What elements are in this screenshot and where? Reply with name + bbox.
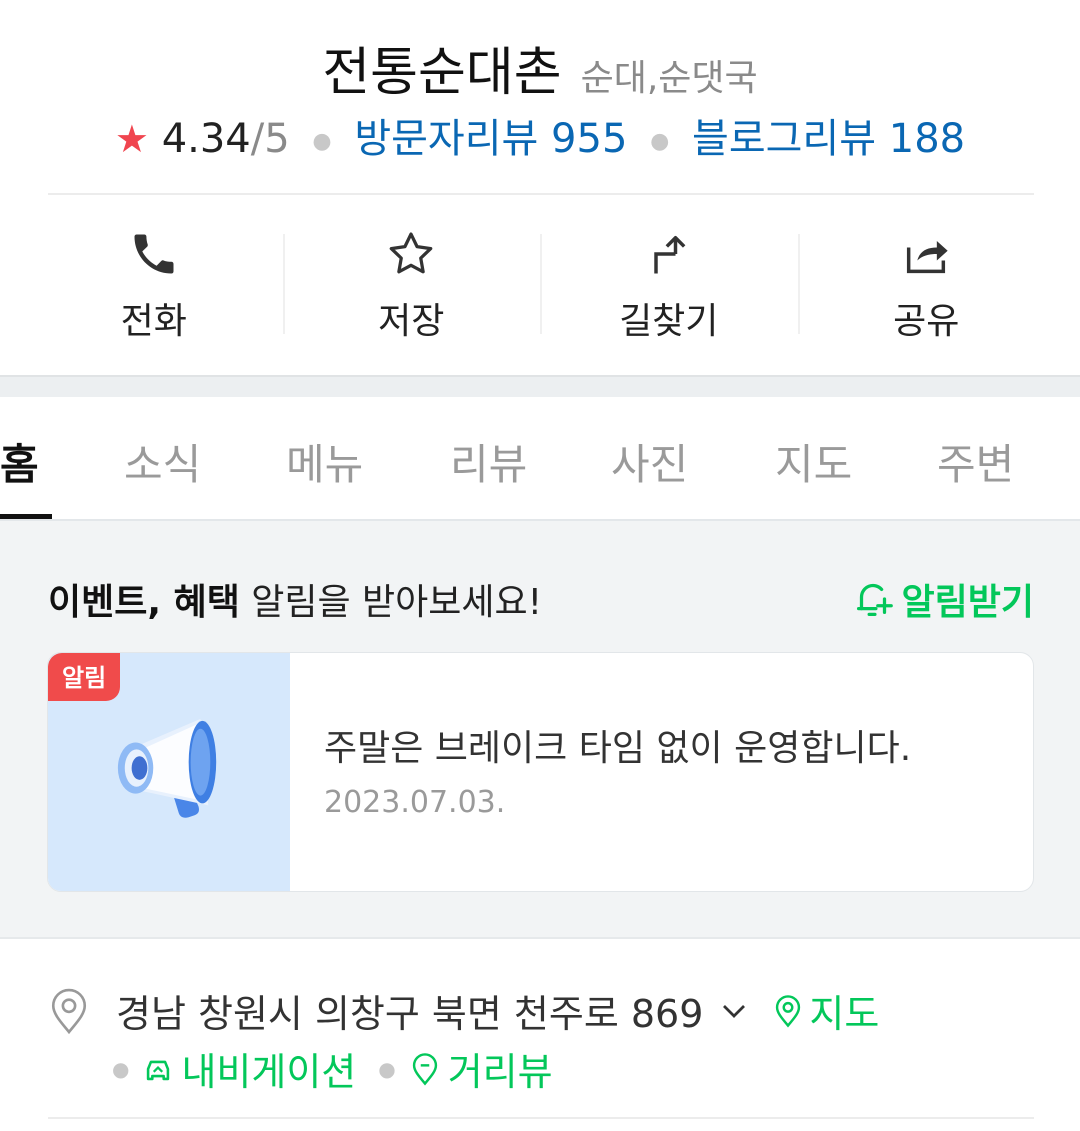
- street-view-link[interactable]: 거리뷰: [408, 1041, 553, 1096]
- separator-dot: ●: [650, 128, 670, 154]
- event-thumbnail: 알림: [48, 653, 290, 891]
- separator-dot: ●: [378, 1056, 396, 1081]
- navigation-link[interactable]: 내비게이션: [141, 1041, 356, 1096]
- navigation-label: 내비게이션: [181, 1050, 357, 1094]
- chevron-down-icon[interactable]: [719, 996, 749, 1026]
- megaphone-icon: [117, 718, 217, 818]
- tab-news[interactable]: 소식: [124, 431, 201, 492]
- call-label: 전화: [120, 301, 187, 342]
- place-title: 전통순대촌: [322, 43, 562, 103]
- separator-dot: ●: [312, 128, 332, 154]
- event-headline-rest: 알림을 받아보세요!: [239, 582, 543, 623]
- notice-date: 2023.07.03.: [324, 785, 506, 820]
- street-view-label: 거리뷰: [447, 1050, 553, 1094]
- map-link[interactable]: 지도: [773, 983, 879, 1038]
- map-link-label: 지도: [809, 992, 880, 1036]
- event-headline-bold: 이벤트, 혜택: [48, 582, 240, 623]
- event-headline: 이벤트, 혜택 알림을 받아보세요!: [48, 573, 542, 625]
- visitor-reviews-link[interactable]: 방문자리뷰 955: [354, 116, 627, 162]
- call-button[interactable]: 전화: [25, 222, 283, 342]
- share-label: 공유: [893, 301, 960, 342]
- title-row: 전통순대촌 순대,순댓국: [0, 30, 1080, 105]
- divider: [48, 193, 1034, 195]
- street-view-icon: [412, 1052, 437, 1086]
- tab-map[interactable]: 지도: [775, 431, 852, 492]
- tab-photos[interactable]: 사진: [611, 431, 688, 492]
- tab-home[interactable]: 홈: [0, 431, 39, 492]
- bell-plus-icon: [856, 583, 893, 616]
- star-outline-icon: [389, 232, 433, 274]
- section-gap: [0, 375, 1080, 397]
- tab-menu[interactable]: 메뉴: [286, 431, 363, 492]
- subscribe-label: 알림받기: [901, 582, 1034, 623]
- phone-icon: [134, 234, 174, 274]
- map-pin-icon: [776, 994, 801, 1028]
- divider: [48, 1117, 1034, 1119]
- rating-max: /5: [250, 116, 290, 162]
- place-category: 순대,순댓국: [580, 58, 758, 99]
- car-icon: [147, 1060, 170, 1080]
- address-text[interactable]: 경남 창원시 의창구 북면 천주로 869: [116, 983, 703, 1038]
- tab-nearby[interactable]: 주변: [937, 431, 1014, 492]
- address-section: 경남 창원시 의창구 북면 천주로 869 지도 ● 내비게이션 ● 거리뷰: [0, 937, 1080, 1131]
- save-label: 저장: [378, 301, 445, 342]
- event-section: 이벤트, 혜택 알림을 받아보세요! 알림받기 알림 주말은 브레이크 타임 없…: [0, 521, 1080, 937]
- share-button[interactable]: 공유: [797, 222, 1056, 342]
- save-button[interactable]: 저장: [282, 222, 541, 342]
- rating-row: ★ 4.34/5 ● 방문자리뷰 955 ● 블로그리뷰 188: [0, 106, 1080, 164]
- active-tab-indicator: [0, 514, 52, 519]
- tab-reviews[interactable]: 리뷰: [450, 431, 527, 492]
- location-pin-icon: [51, 988, 87, 1034]
- action-bar: 전화 저장 길찾기 공유: [25, 222, 1055, 342]
- rating-score: 4.34: [161, 116, 251, 162]
- directions-button[interactable]: 길찾기: [540, 222, 798, 342]
- place-header: 전통순대촌 순대,순댓국 ★ 4.34/5 ● 방문자리뷰 955 ● 블로그리…: [0, 0, 1080, 375]
- blog-reviews-link[interactable]: 블로그리뷰 188: [692, 116, 965, 162]
- notice-text: 주말은 브레이크 타임 없이 운영합니다.: [324, 728, 912, 769]
- event-card[interactable]: 알림 주말은 브레이크 타임 없이 운영합니다. 2023.07.03.: [47, 652, 1034, 892]
- star-icon: ★: [114, 117, 149, 161]
- notice-badge: 알림: [48, 653, 121, 701]
- address-links-row: ● 내비게이션 ● 거리뷰: [112, 1041, 553, 1096]
- address-row: 경남 창원시 의창구 북면 천주로 869 지도: [48, 983, 879, 1038]
- tab-bar: 홈 소식 메뉴 리뷰 사진 지도 주변: [0, 397, 1080, 521]
- directions-icon: [654, 236, 686, 274]
- share-icon: [907, 241, 948, 274]
- subscribe-button[interactable]: 알림받기: [850, 573, 1034, 625]
- directions-label: 길찾기: [619, 301, 719, 342]
- separator-dot: ●: [112, 1056, 130, 1081]
